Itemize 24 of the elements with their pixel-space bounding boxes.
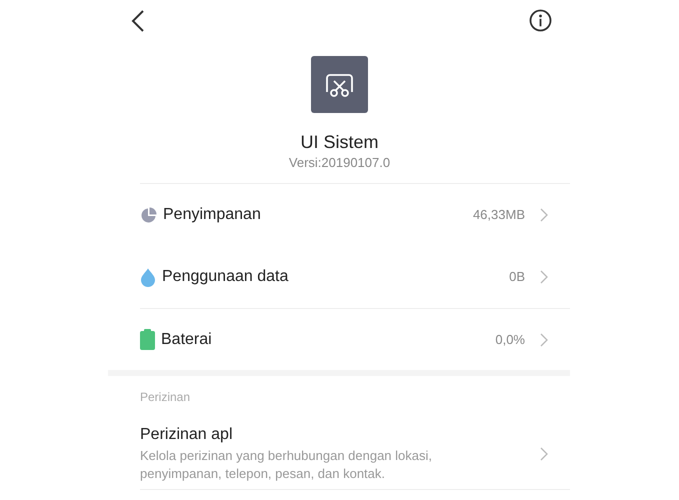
settings-row[interactable]: Penggunaan data 0B	[140, 246, 570, 308]
settings-row[interactable]: Perizinan apl Kelola perizinan yang berhubungan dengan lokasi, penyimpanan, telepon, pesan, dan kontak.	[140, 425, 570, 490]
row-value: 46,33MB	[472, 206, 525, 224]
section-header: Perizinan	[140, 389, 192, 406]
settings-row[interactable]: Penyimpanan 46,33MB	[140, 184, 570, 246]
water-drop-icon	[140, 268, 156, 286]
app-version: Versi:20190107.0	[288, 155, 390, 171]
row-label: Penggunaan data	[162, 267, 288, 287]
row-label: Baterai	[161, 330, 212, 350]
battery-icon	[140, 329, 155, 350]
back-icon[interactable]	[131, 10, 145, 32]
chevron-right-icon	[540, 270, 548, 284]
pie-chart-icon	[140, 206, 157, 224]
row-label: Penyimpanan	[163, 205, 261, 225]
chevron-right-icon	[540, 447, 548, 461]
row-value: 0B	[509, 268, 525, 286]
app-icon	[311, 56, 368, 113]
info-icon[interactable]	[529, 9, 552, 32]
chevron-right-icon	[540, 332, 548, 346]
row-description: Kelola perizinan yang berhubungan dengan lokasi, penyimpanan, telepon, pesan, dan kontak.	[140, 447, 433, 483]
chevron-right-icon	[540, 208, 548, 222]
row-value: 0,0%	[495, 330, 525, 349]
app-name: UI Sistem	[300, 131, 378, 153]
row-title: Perizinan apl	[140, 425, 234, 445]
